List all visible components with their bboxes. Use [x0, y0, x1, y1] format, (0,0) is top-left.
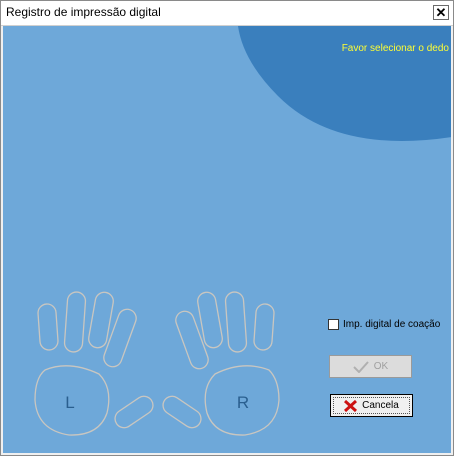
dialog-window: Registro de impressão digital ✕ Favor se… — [0, 0, 454, 456]
fingerprint-panel: Favor selecionar o dedo L R Imp. digital… — [3, 26, 451, 453]
hands-diagram: L R — [34, 291, 280, 436]
title-bar[interactable]: Registro de impressão digital ✕ — [1, 1, 453, 26]
cancel-label: Cancela — [362, 400, 399, 411]
left-pinky-finger[interactable] — [37, 303, 59, 351]
right-pinky-finger[interactable] — [253, 303, 275, 351]
close-button[interactable]: ✕ — [433, 5, 449, 20]
left-hand-label: L — [65, 393, 74, 412]
left-thumb[interactable] — [112, 393, 157, 431]
right-index-finger[interactable] — [173, 309, 210, 372]
left-middle-finger[interactable] — [87, 291, 114, 349]
coercion-label: Imp. digital de coação — [343, 319, 441, 330]
x-icon — [344, 399, 358, 412]
window-title: Registro de impressão digital — [6, 5, 161, 19]
coercion-option[interactable]: Imp. digital de coação — [328, 319, 440, 330]
select-finger-prompt: Favor selecionar o dedo — [341, 43, 449, 54]
right-middle-finger[interactable] — [196, 291, 223, 349]
close-icon: ✕ — [435, 5, 447, 20]
cancel-button[interactable]: Cancela — [330, 394, 413, 417]
left-ring-finger[interactable] — [63, 291, 87, 353]
ok-label: OK — [373, 361, 389, 372]
right-hand-label: R — [237, 393, 249, 412]
right-ring-finger[interactable] — [224, 291, 248, 353]
right-thumb[interactable] — [160, 393, 205, 431]
coercion-checkbox[interactable] — [328, 319, 339, 330]
ok-button[interactable]: OK — [329, 355, 412, 378]
check-icon — [353, 360, 369, 373]
